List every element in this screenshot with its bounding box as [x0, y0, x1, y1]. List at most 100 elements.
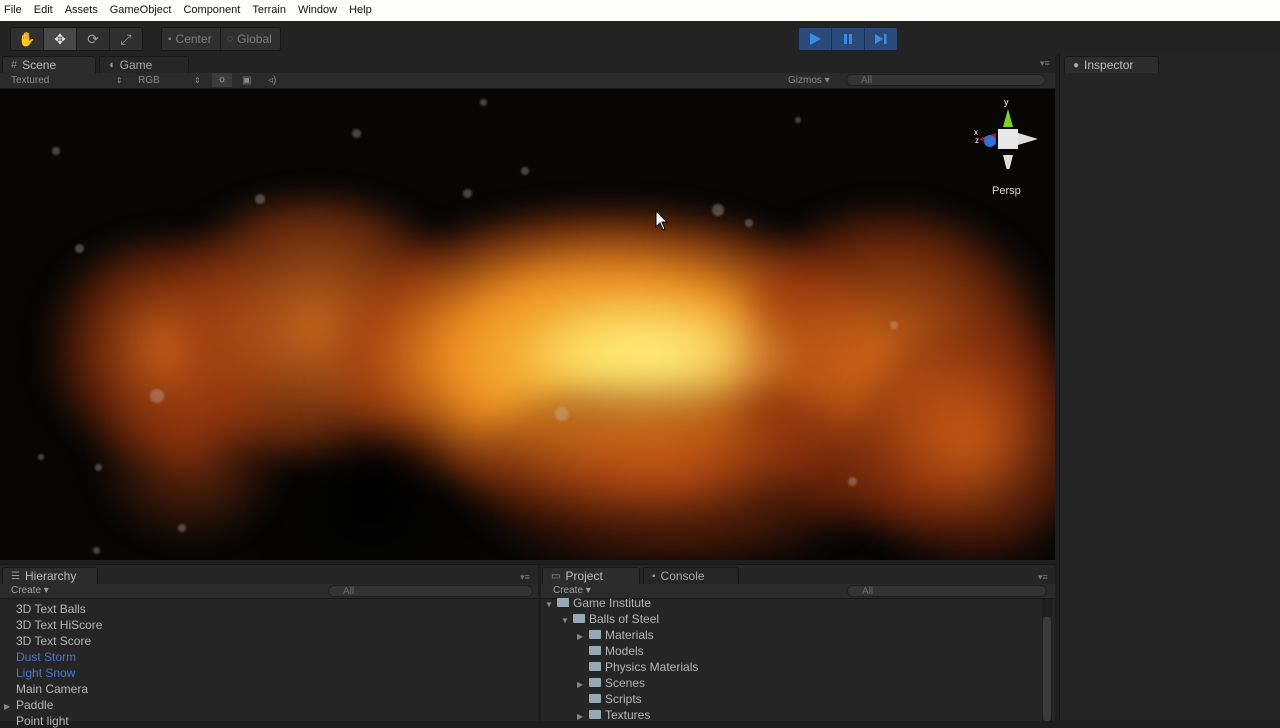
hierarchy-item-label: Light Snow: [16, 666, 76, 680]
folder-icon: [589, 646, 601, 655]
menu-item-component[interactable]: Component: [177, 0, 246, 21]
project-tree-item[interactable]: Physics Materials: [577, 660, 698, 674]
gizmos-dropdown[interactable]: Gizmos ▾: [788, 74, 830, 87]
hierarchy-search-input[interactable]: All: [328, 585, 533, 597]
scale-tool-button[interactable]: ⤢: [110, 28, 142, 50]
collapse-arrow-icon[interactable]: ▼: [561, 616, 573, 625]
menu-item-edit[interactable]: Edit: [28, 0, 59, 21]
tab-project[interactable]: ▭ Project: [542, 567, 640, 584]
hierarchy-item[interactable]: Light Snow: [4, 666, 75, 680]
move-icon: ✥: [54, 30, 66, 47]
mouse-cursor-icon: [655, 210, 669, 231]
projection-label[interactable]: Persp: [992, 185, 1021, 197]
menu-item-gameobject[interactable]: GameObject: [104, 0, 178, 21]
tab-scene[interactable]: # Scene: [2, 56, 96, 73]
menu-item-file[interactable]: File: [0, 0, 28, 21]
hierarchy-create-dropdown[interactable]: Create ▾: [11, 585, 49, 596]
tab-game-label: Game: [119, 58, 153, 72]
scene-tabstrip: # Scene ◖ Game ▾≡: [0, 54, 1055, 73]
scene-orientation-gizmo[interactable]: y x z: [970, 97, 1045, 177]
dropdown-arrow-icon: ⇕: [194, 76, 201, 85]
tab-scene-label: Scene: [22, 58, 57, 72]
tab-console[interactable]: ▪ Console: [643, 567, 739, 584]
panel-menu-icon[interactable]: ▾≡: [1040, 58, 1050, 69]
scrollbar-thumb[interactable]: [1043, 617, 1051, 721]
menu-item-window[interactable]: Window: [292, 0, 343, 21]
hierarchy-item-label: Dust Storm: [16, 650, 77, 664]
hierarchy-item[interactable]: 3D Text Score: [4, 634, 91, 648]
image-effects-icon[interactable]: ▣: [242, 74, 251, 87]
hierarchy-item[interactable]: 3D Text HiScore: [4, 618, 102, 632]
tab-game[interactable]: ◖ Game: [99, 56, 189, 73]
project-tree-item[interactable]: ▶ Scenes: [577, 676, 645, 690]
expand-arrow-icon[interactable]: ▶: [577, 680, 589, 689]
gizmo-y-label: y: [1004, 97, 1009, 107]
menu-item-assets[interactable]: Assets: [59, 0, 104, 21]
inspector-panel: ● Inspector: [1059, 54, 1280, 720]
hierarchy-item[interactable]: 3D Text Balls: [4, 602, 86, 616]
menu-item-help[interactable]: Help: [343, 0, 378, 21]
collapse-arrow-icon[interactable]: ▼: [545, 600, 557, 609]
project-search-input[interactable]: All: [847, 585, 1047, 597]
folder-icon: [589, 710, 601, 719]
audio-toggle-icon[interactable]: ◃): [268, 74, 276, 87]
grid-icon: #: [11, 59, 18, 71]
scene-search-input[interactable]: All: [846, 74, 1046, 86]
rotate-tool-button[interactable]: ⟳: [77, 28, 110, 50]
project-item-label: Physics Materials: [605, 660, 699, 674]
project-item-label: Balls of Steel: [589, 612, 660, 626]
space-global-button[interactable]: ◌ Global: [221, 28, 280, 50]
play-icon: [810, 33, 821, 45]
search-placeholder: All: [862, 586, 874, 597]
pause-button[interactable]: [832, 28, 865, 50]
play-controls: [798, 27, 898, 51]
project-create-dropdown[interactable]: Create ▾: [553, 585, 591, 596]
tab-inspector[interactable]: ● Inspector: [1064, 56, 1159, 73]
hierarchy-item[interactable]: ▶ Paddle: [4, 698, 53, 712]
step-button[interactable]: [865, 28, 897, 50]
console-title: Console: [660, 569, 705, 583]
color-mode-dropdown[interactable]: RGB: [138, 74, 160, 87]
play-button[interactable]: [799, 28, 832, 50]
hierarchy-item-label: Main Camera: [16, 682, 89, 696]
project-panel: ▭ Project ▪ Console ▾≡ Create ▾ All ▼ Gam…: [541, 564, 1055, 722]
expand-arrow-icon[interactable]: ▶: [4, 702, 16, 711]
render-mode-dropdown[interactable]: Textured: [11, 74, 49, 87]
hand-tool-button[interactable]: ✋: [11, 28, 44, 50]
menu-item-terrain[interactable]: Terrain: [246, 0, 292, 21]
pivot-center-label: Center: [175, 32, 212, 46]
lighting-toggle-icon[interactable]: ☼: [212, 73, 232, 87]
pause-icon: [844, 34, 852, 44]
panel-menu-icon[interactable]: ▾≡: [520, 572, 530, 583]
pivot-icon: ▪: [168, 33, 172, 45]
project-tree-item[interactable]: Scripts: [577, 692, 642, 706]
menu-bar: File Edit Assets GameObject Component Terrain…: [0, 0, 1280, 21]
project-tree-item[interactable]: ▼ Game Institute: [545, 596, 651, 610]
search-placeholder: All: [861, 75, 873, 86]
info-icon: ●: [1073, 59, 1080, 71]
pivot-center-button[interactable]: ▪ Center: [162, 28, 221, 50]
move-tool-button[interactable]: ✥: [44, 28, 77, 50]
search-placeholder: All: [343, 586, 355, 597]
scene-viewport[interactable]: y x z Persp: [0, 89, 1055, 560]
space-global-label: Global: [237, 32, 272, 46]
tab-hierarchy[interactable]: ☰ Hierarchy: [2, 567, 98, 584]
project-tree-item[interactable]: ▶ Materials: [577, 628, 654, 642]
transform-tools: ✋ ✥ ⟳ ⤢: [10, 27, 143, 51]
project-item-label: Game Institute: [573, 596, 652, 610]
expand-arrow-icon[interactable]: ▶: [577, 632, 589, 641]
hierarchy-item-label: 3D Text Balls: [16, 602, 86, 616]
hand-icon: ✋: [18, 30, 36, 47]
project-scrollbar[interactable]: [1042, 599, 1052, 721]
rotate-icon: ⟳: [87, 30, 99, 47]
panel-menu-icon[interactable]: ▾≡: [1038, 572, 1048, 583]
gizmo-z-label: z: [975, 136, 979, 145]
project-tree-item[interactable]: ▼ Balls of Steel: [561, 612, 659, 626]
hierarchy-item[interactable]: Point light: [4, 714, 69, 728]
folder-icon: [557, 598, 569, 607]
scale-icon: ⤢: [120, 30, 132, 47]
hierarchy-item[interactable]: Main Camera: [4, 682, 88, 696]
project-tree-item[interactable]: Models: [577, 644, 644, 658]
hierarchy-toolbar: Create ▾ All: [0, 584, 538, 599]
hierarchy-item[interactable]: Dust Storm: [4, 650, 76, 664]
